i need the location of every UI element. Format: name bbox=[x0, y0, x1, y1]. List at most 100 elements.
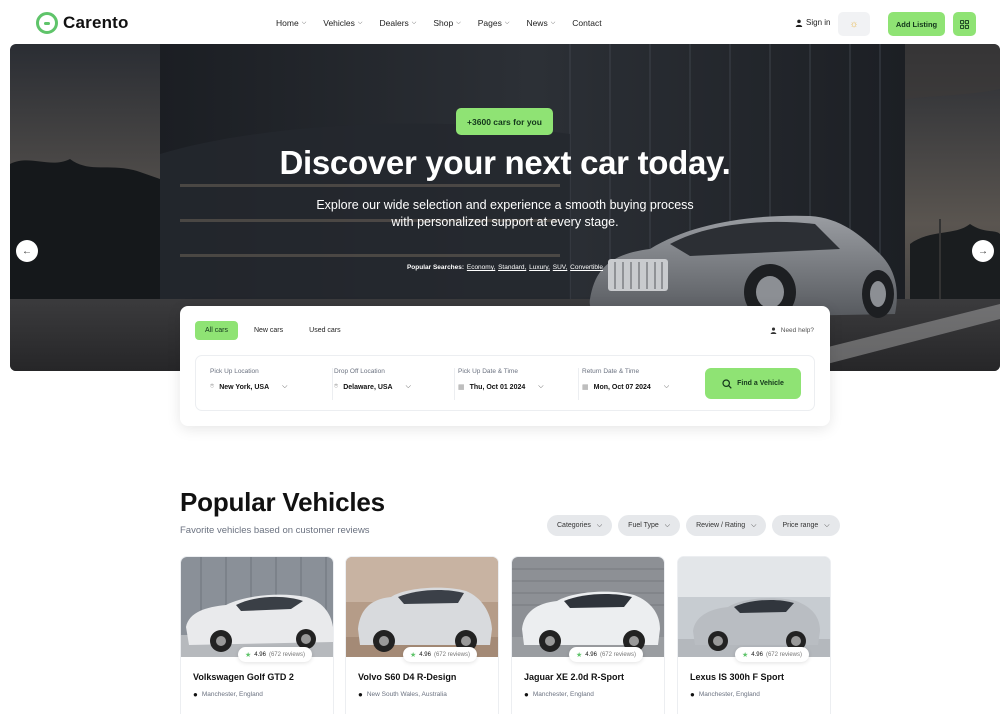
search-fields: Pick Up Location ⌾ New York, USA ⌵ Drop Of… bbox=[195, 355, 815, 411]
tab-all-cars[interactable]: All cars bbox=[195, 321, 238, 340]
logo[interactable]: Carento bbox=[36, 12, 129, 34]
popular-link-suv[interactable]: SUV, bbox=[553, 264, 568, 271]
location-text: New South Wales, Australia bbox=[366, 691, 447, 698]
rating-value: 4.96 bbox=[254, 651, 266, 658]
main-nav: Home ⌵ Vehicles ⌵ Dealers ⌵ Shop ⌵ Pages ⌵ Ne… bbox=[276, 18, 619, 28]
vehicle-search-panel: All cars New cars Used cars Need help? P… bbox=[180, 306, 830, 426]
location-text: Manchester, England bbox=[201, 691, 263, 698]
rating-badge: ★ 4.96 (672 reviews) bbox=[569, 647, 643, 662]
vehicle-photo bbox=[678, 557, 830, 657]
logo-text: Carento bbox=[63, 13, 129, 32]
rating-badge: ★ 4.96 (672 reviews) bbox=[403, 647, 477, 662]
tab-used-cars[interactable]: Used cars bbox=[299, 321, 351, 340]
field-label: Return Date & Time bbox=[582, 368, 640, 375]
filter-price-range[interactable]: Price range ⌵ bbox=[772, 515, 840, 536]
location-pin-icon: ● bbox=[358, 690, 363, 699]
filter-categories[interactable]: Categories ⌵ bbox=[547, 515, 613, 536]
field-label: Pick Up Date & Time bbox=[458, 368, 518, 375]
vehicle-location: ● Manchester, England bbox=[690, 690, 760, 699]
rating-value: 4.96 bbox=[419, 651, 431, 658]
vehicle-location: ● New South Wales, Australia bbox=[358, 690, 447, 699]
section-subtitle: Favorite vehicles based on customer revi… bbox=[180, 525, 370, 536]
popular-link-luxury[interactable]: Luxury, bbox=[529, 264, 550, 271]
add-listing-button[interactable]: Add Listing bbox=[888, 12, 945, 36]
nav-label: Dealers bbox=[379, 18, 409, 28]
popular-link-economy[interactable]: Economy, bbox=[467, 264, 495, 271]
vehicle-name[interactable]: Jaguar XE 2.0d R-Sport bbox=[524, 672, 624, 682]
search-tabs: All cars New cars Used cars bbox=[195, 321, 351, 340]
sign-in-label: Sign in bbox=[806, 18, 831, 27]
hero-next-button[interactable]: → bbox=[972, 240, 994, 262]
review-count: (672 reviews) bbox=[433, 651, 470, 658]
sun-icon: ☼ bbox=[849, 18, 859, 30]
pickup-date-field[interactable]: Pick Up Date & Time ▦ Thu, Oct 01 2024 ⌵ bbox=[458, 368, 544, 391]
chevron-down-icon: ⌵ bbox=[550, 19, 556, 26]
nav-label: News bbox=[526, 18, 548, 28]
pickup-location-field[interactable]: Pick Up Location ⌾ New York, USA ⌵ bbox=[210, 368, 287, 391]
hero-prev-button[interactable]: ← bbox=[16, 240, 38, 262]
nav-label: Vehicles bbox=[323, 18, 355, 28]
vehicle-photo bbox=[346, 557, 498, 657]
hero-subtitle-line2: with personalized support at every stage… bbox=[391, 215, 619, 229]
chevron-down-icon: ⌵ bbox=[357, 19, 363, 26]
vehicle-photo bbox=[512, 557, 664, 657]
popular-link-convertible[interactable]: Convertible bbox=[570, 264, 603, 271]
tab-new-cars[interactable]: New cars bbox=[244, 321, 293, 340]
chevron-down-icon: ⌵ bbox=[538, 383, 544, 390]
field-label: Drop Off Location bbox=[334, 368, 385, 375]
vehicle-name[interactable]: Volkswagen Golf GTD 2 bbox=[193, 672, 294, 682]
review-count: (672 reviews) bbox=[268, 651, 305, 658]
field-divider bbox=[578, 368, 579, 400]
filter-label: Price range bbox=[782, 522, 819, 529]
calendar-icon: ▦ bbox=[582, 384, 589, 391]
nav-item-home[interactable]: Home ⌵ bbox=[276, 18, 306, 28]
location-pin-icon: ● bbox=[524, 690, 529, 699]
chevron-down-icon: ⌵ bbox=[751, 521, 757, 529]
nav-item-pages[interactable]: Pages ⌵ bbox=[478, 18, 510, 28]
rating-value: 4.96 bbox=[751, 651, 763, 658]
vehicle-card[interactable]: ★ 4.96 (672 reviews) Volkswagen Golf GTD 2… bbox=[180, 556, 334, 714]
sign-in-link[interactable]: Sign in bbox=[795, 18, 830, 27]
return-date-field[interactable]: Return Date & Time ▦ Mon, Oct 07 2024 ⌵ bbox=[582, 368, 669, 391]
chevron-down-icon: ⌵ bbox=[282, 383, 288, 390]
hero-title: Discover your next car today. bbox=[279, 144, 731, 181]
hero-subtitle: Explore our wide selection and experienc… bbox=[10, 197, 1000, 231]
field-label: Pick Up Location bbox=[210, 368, 259, 375]
search-icon bbox=[722, 378, 732, 389]
filter-label: Review / Rating bbox=[696, 522, 746, 529]
vehicle-card[interactable]: ★ 4.96 (672 reviews) Lexus IS 300h F Sport… bbox=[677, 556, 831, 714]
user-icon bbox=[770, 327, 777, 334]
dropoff-location-field[interactable]: Drop Off Location ⌾ Delaware, USA ⌵ bbox=[334, 368, 411, 391]
need-help-label: Need help? bbox=[780, 327, 814, 334]
steering-wheel-icon bbox=[36, 12, 58, 34]
location-pin-icon: ⌾ bbox=[210, 383, 215, 390]
vehicle-filters: Categories ⌵ Fuel Type ⌵ Review / Rating ⌵ … bbox=[547, 515, 840, 536]
menu-grid-button[interactable] bbox=[953, 12, 976, 36]
vehicle-card[interactable]: ★ 4.96 (672 reviews) Jaguar XE 2.0d R-Spor… bbox=[511, 556, 665, 714]
vehicle-name[interactable]: Volvo S60 D4 R-Design bbox=[358, 672, 456, 682]
vehicle-name[interactable]: Lexus IS 300h F Sport bbox=[690, 672, 784, 682]
field-divider bbox=[454, 368, 455, 400]
nav-item-dealers[interactable]: Dealers ⌵ bbox=[379, 18, 416, 28]
theme-toggle-button[interactable]: ☼ bbox=[838, 12, 870, 36]
need-help-link[interactable]: Need help? bbox=[770, 327, 814, 334]
field-value: Delaware, USA bbox=[343, 383, 393, 391]
vehicle-card[interactable]: ★ 4.96 (672 reviews) Volvo S60 D4 R-Design… bbox=[345, 556, 499, 714]
field-value: Mon, Oct 07 2024 bbox=[593, 383, 651, 391]
star-icon: ★ bbox=[742, 651, 749, 659]
filter-review-rating[interactable]: Review / Rating ⌵ bbox=[686, 515, 767, 536]
popular-searches: Popular Searches: Economy, Standard, Lux… bbox=[10, 264, 1000, 271]
nav-item-news[interactable]: News ⌵ bbox=[526, 18, 555, 28]
find-vehicle-button[interactable]: Find a Vehicle bbox=[705, 368, 801, 399]
filter-fuel-type[interactable]: Fuel Type ⌵ bbox=[618, 515, 681, 536]
chevron-down-icon: ⌵ bbox=[824, 521, 830, 529]
nav-item-contact[interactable]: Contact bbox=[572, 18, 601, 28]
popular-link-standard[interactable]: Standard, bbox=[498, 264, 526, 271]
nav-label: Pages bbox=[477, 18, 502, 28]
chevron-down-icon: ⌵ bbox=[301, 19, 307, 26]
nav-item-vehicles[interactable]: Vehicles ⌵ bbox=[323, 18, 362, 28]
nav-item-shop[interactable]: Shop ⌵ bbox=[433, 18, 460, 28]
section-title: Popular Vehicles bbox=[180, 487, 385, 517]
vehicle-location: ● Manchester, England bbox=[193, 690, 263, 699]
chevron-down-icon: ⌵ bbox=[596, 521, 603, 529]
